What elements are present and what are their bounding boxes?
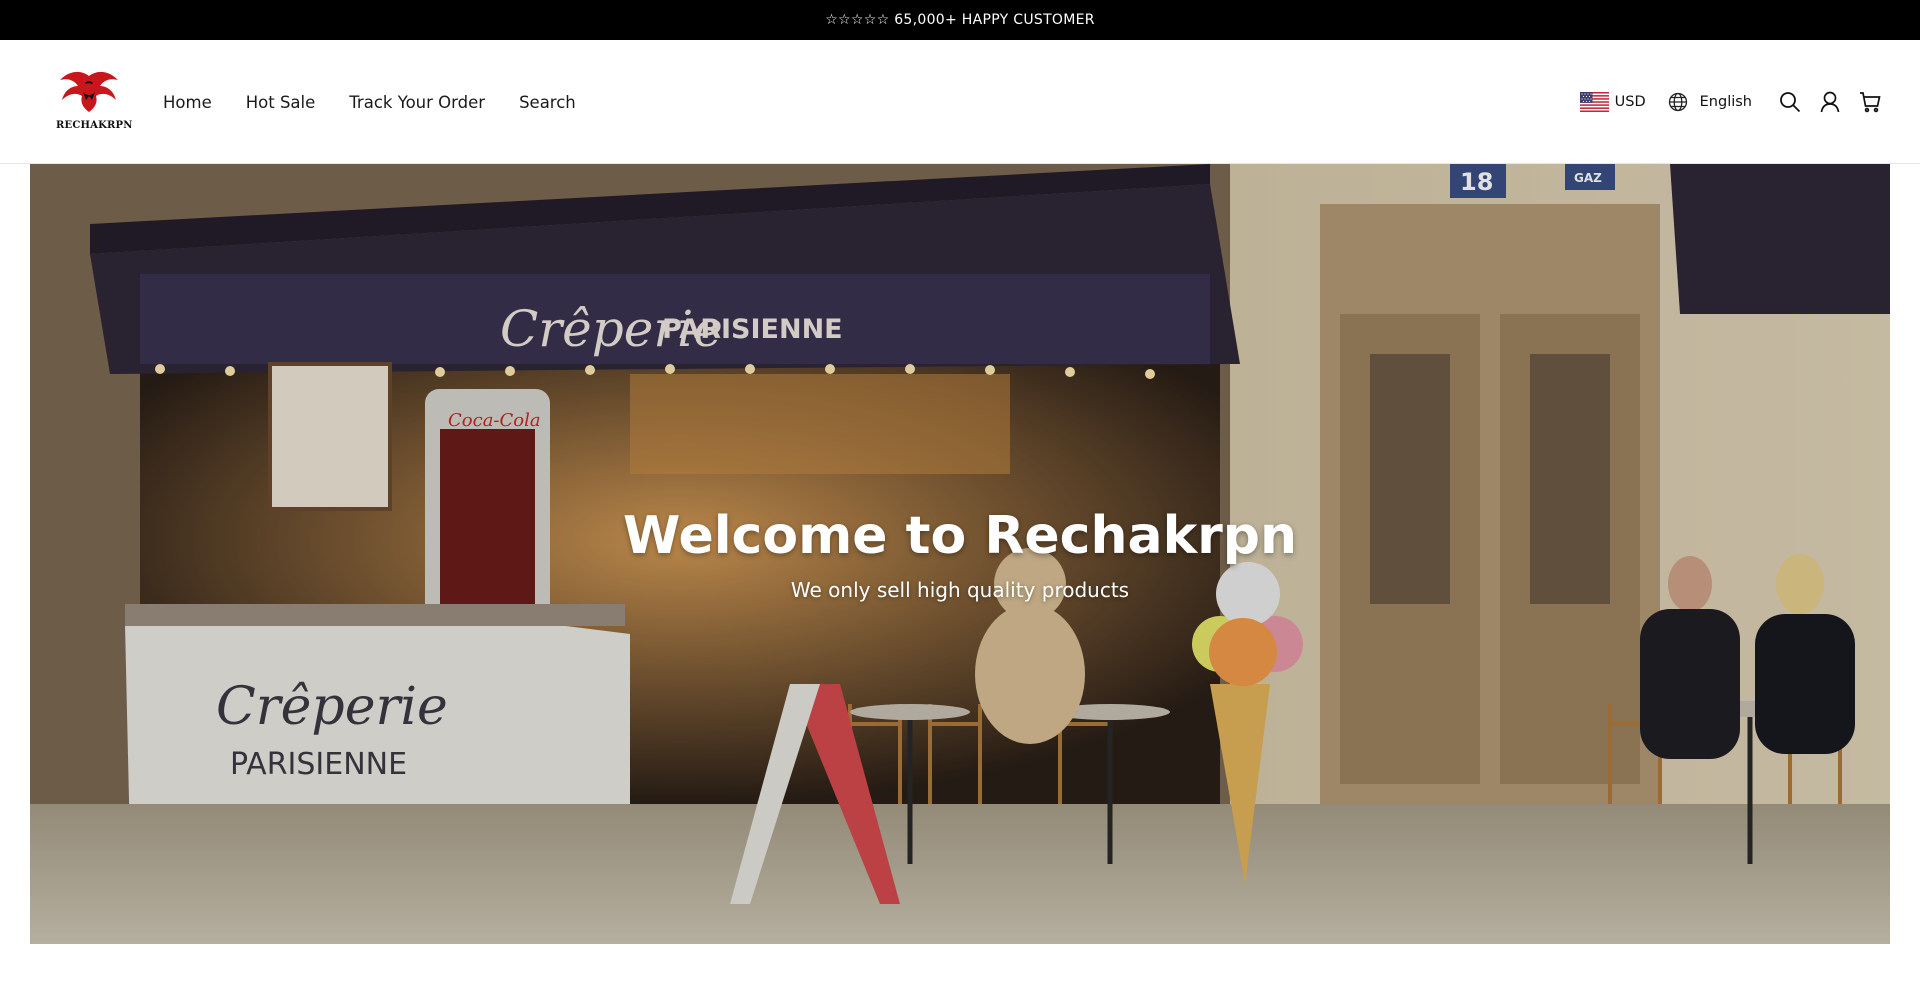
cart-icon — [1860, 92, 1881, 113]
nav-home[interactable]: Home — [163, 93, 212, 112]
dragon-logo-icon — [60, 71, 118, 112]
nav-search[interactable]: Search — [519, 93, 576, 112]
currency-label: USD — [1614, 94, 1646, 110]
header-search-button[interactable] — [1770, 82, 1810, 122]
currency-selector[interactable]: USD — [1579, 92, 1646, 112]
main-nav: Home Hot Sale Track Your Order Search — [163, 40, 576, 164]
cart-button[interactable] — [1850, 82, 1890, 122]
header-utilities: USD English — [1579, 40, 1890, 164]
search-icon — [1780, 92, 1801, 113]
account-button[interactable] — [1810, 82, 1850, 122]
language-label: English — [1699, 94, 1752, 110]
globe-icon — [1668, 92, 1687, 112]
site-header: RECHAKRPN Home Hot Sale Track Your Order… — [0, 40, 1920, 164]
logo-text: RECHAKRPN — [56, 120, 133, 131]
language-selector[interactable]: English — [1668, 92, 1752, 112]
brand-logo[interactable]: RECHAKRPN — [56, 66, 133, 136]
nav-hot-sale[interactable]: Hot Sale — [246, 93, 316, 112]
us-flag-icon — [1579, 92, 1609, 112]
announcement-bar: ☆☆☆☆☆ 65,000+ HAPPY CUSTOMER — [0, 0, 1920, 40]
announcement-text: ☆☆☆☆☆ 65,000+ HAPPY CUSTOMER — [825, 12, 1095, 28]
hero-title: Welcome to Rechakrpn — [622, 506, 1298, 566]
nav-track-order[interactable]: Track Your Order — [349, 93, 485, 112]
hero-subtitle: We only sell high quality products — [790, 578, 1130, 602]
hero-banner[interactable]: Crêperie PARISIENNE Coca-Cola Crêperie P… — [30, 164, 1890, 944]
account-icon — [1820, 91, 1840, 113]
